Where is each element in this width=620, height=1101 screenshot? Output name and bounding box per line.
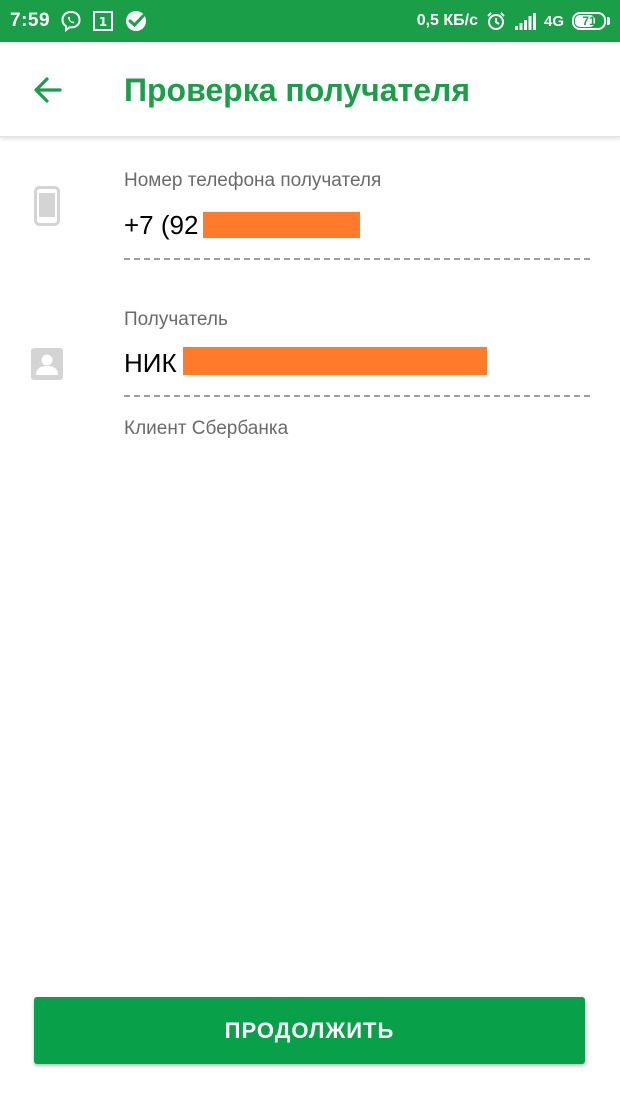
notification-icon: 1 <box>92 10 114 32</box>
phone-field-label: Номер телефона получателя <box>124 170 382 191</box>
phone-field-value: +7 (92 <box>124 210 199 240</box>
signal-icon <box>514 12 536 30</box>
alarm-icon <box>486 11 506 31</box>
recipient-field-divider <box>124 395 590 397</box>
recipient-field-value: НИК <box>124 348 177 378</box>
notification-count: 1 <box>99 15 107 29</box>
sberbank-logo-icon <box>124 9 148 33</box>
recipient-field: Получатель НИК Клиент Сбербанка <box>0 275 620 445</box>
arrow-left-icon <box>34 77 62 103</box>
status-time: 7:59 <box>10 10 51 31</box>
back-button[interactable] <box>28 70 68 110</box>
page-title: Проверка получателя <box>124 72 471 108</box>
recipient-field-label: Получатель <box>124 309 228 330</box>
status-bar-right: 0,5 КБ/с 4G 71 <box>417 0 610 42</box>
phone-field-divider <box>124 258 590 260</box>
continue-button[interactable]: ПРОДОЛЖИТЬ <box>34 997 585 1064</box>
network-type: 4G <box>543 12 564 30</box>
phone-field: Номер телефона получателя +7 (92 <box>0 137 620 272</box>
smartphone-icon <box>30 185 64 227</box>
status-speed: 0,5 КБ/с <box>416 12 478 29</box>
app-bar: Проверка получателя <box>0 42 620 137</box>
recipient-hint: Клиент Сбербанка <box>124 418 289 439</box>
status-bar: 7:59 1 0,5 КБ/с 4G 71 <box>0 0 620 42</box>
battery-icon: 71 <box>572 12 606 30</box>
recipient-redaction <box>183 347 487 375</box>
status-bar-left: 7:59 1 <box>10 0 148 42</box>
battery-tip <box>607 17 610 25</box>
viber-icon <box>60 10 82 32</box>
phone-redaction <box>203 212 360 238</box>
contact-card-icon <box>30 347 64 381</box>
battery-level: 71 <box>582 14 596 28</box>
